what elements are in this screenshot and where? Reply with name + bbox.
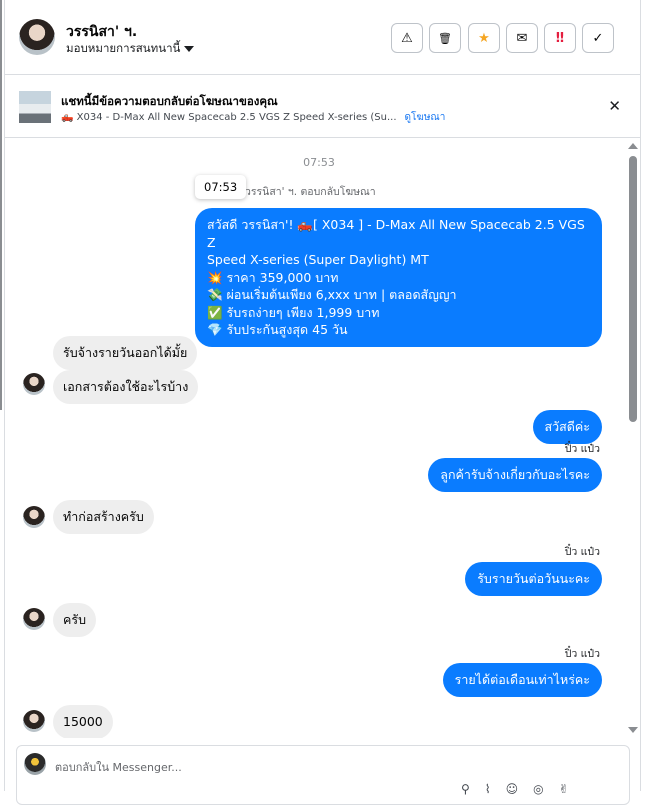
contact-avatar-small bbox=[23, 608, 45, 630]
incoming-message[interactable]: ทำก่อสร้างครับ bbox=[53, 500, 154, 534]
incoming-message[interactable]: เอกสารต้องใช้อะไรบ้าง bbox=[53, 370, 199, 404]
ad-text: 🛻 X034 - D-Max All New Spacecab 2.5 VGS … bbox=[61, 112, 397, 123]
star-button[interactable]: ★ bbox=[468, 23, 500, 53]
exclamation-icon: ‼ bbox=[555, 30, 565, 46]
assign-conversation-dropdown[interactable]: มอบหมายการสนทนานี้ bbox=[66, 40, 195, 58]
scroll-down-icon[interactable] bbox=[628, 727, 638, 733]
ad-message-line: 💸 ผ่อนเริ่มต้นเพียง 6,xxx บาท | ตลอดสัญญ… bbox=[207, 287, 457, 302]
close-icon[interactable]: ✕ bbox=[608, 97, 621, 115]
outgoing-message[interactable]: รับรายวันต่อวันนะคะ bbox=[465, 562, 602, 596]
ad-message-line: Speed X-series (Super Daylight) MT bbox=[207, 252, 429, 267]
delete-button[interactable]: 🗑 bbox=[429, 23, 461, 53]
ad-message-line: 💥 ราคา 359,000 บาท bbox=[207, 269, 339, 285]
conversation-header: วรรนิสา' ฯ. มอบหมายการสนทนานี้ ⚠ 🗑 ★ ✉ ‼… bbox=[5, 0, 641, 75]
ad-reply-note: วรรนิสา' ฯ. ตอบกลับโฆษณา bbox=[245, 186, 376, 198]
paperclip-icon[interactable]: ⌇ bbox=[485, 782, 506, 796]
check-icon: ✓ bbox=[592, 30, 604, 46]
thumbs-up-icon[interactable]: ✌ bbox=[559, 782, 584, 796]
emoji-icon[interactable]: ☺ bbox=[506, 782, 534, 796]
assign-label: มอบหมายการสนทนานี้ bbox=[66, 41, 181, 55]
ad-reply-banner: แชทนี้มีข้อความตอบกลับต่อโฆษณาของคุณ 🛻 X… bbox=[5, 75, 641, 138]
contact-avatar[interactable] bbox=[19, 19, 55, 55]
left-scrollbar[interactable] bbox=[0, 0, 2, 410]
incoming-message[interactable]: รับจ้างรายวันออกได้มั้ย bbox=[53, 336, 198, 370]
contact-avatar-small bbox=[23, 710, 45, 732]
sender-name: ปิ๋ว แป๋ว bbox=[564, 443, 600, 455]
warning-icon: ⚠ bbox=[401, 30, 413, 46]
sender-name: ปิ๋ว แป๋ว bbox=[564, 648, 600, 660]
sender-name: ปิ๋ว แป๋ว bbox=[564, 546, 600, 558]
ad-message-line: 💎 รับประกันสูงสุด 45 วัน bbox=[207, 322, 348, 337]
ad-message-line: สวัสดี วรรนิสา'! 🛻[ X034 ] - D-Max All N… bbox=[207, 217, 585, 250]
envelope-open-icon: ✉ bbox=[516, 30, 528, 46]
mark-done-button[interactable]: ✓ bbox=[582, 23, 614, 53]
follow-up-button[interactable]: ‼ bbox=[544, 23, 576, 53]
timestamp-tooltip: 07:53 bbox=[195, 175, 247, 199]
composer-tools: ⚲⌇☺◎✌ bbox=[461, 782, 584, 796]
message-thread[interactable]: 07:53 วรรนิสา' ฯ. ตอบกลับโฆษณา 07:53 สวั… bbox=[5, 138, 641, 738]
mark-unread-button[interactable]: ✉ bbox=[506, 23, 538, 53]
scroll-thumb[interactable] bbox=[629, 156, 637, 422]
ad-message-line: ✅ รับรถง่ายๆ เพียง 1,999 บาท bbox=[207, 304, 380, 320]
attach-person-icon[interactable]: ⚲ bbox=[461, 782, 485, 796]
spam-button[interactable]: ⚠ bbox=[391, 23, 423, 53]
trash-icon: 🗑 bbox=[438, 31, 452, 45]
page-avatar bbox=[24, 753, 46, 775]
reply-input[interactable]: ตอบกลับใน Messenger... bbox=[55, 758, 182, 776]
contact-avatar-small bbox=[23, 506, 45, 528]
ad-message-bubble[interactable]: สวัสดี วรรนิสา'! 🛻[ X034 ] - D-Max All N… bbox=[195, 208, 602, 347]
thread-scrollbar[interactable] bbox=[627, 138, 641, 738]
incoming-message[interactable]: 15000 bbox=[53, 705, 113, 738]
ad-banner-title: แชทนี้มีข้อความตอบกลับต่อโฆษณาของคุณ bbox=[61, 94, 278, 108]
ad-thumbnail[interactable] bbox=[19, 91, 51, 123]
outgoing-message[interactable]: สวัสดีค่ะ bbox=[532, 410, 602, 444]
view-ad-link[interactable]: ดูโฆษณา bbox=[405, 112, 446, 123]
thread-timestamp: 07:53 bbox=[303, 156, 335, 169]
incoming-message[interactable]: ครับ bbox=[53, 603, 97, 637]
gif-icon[interactable]: ◎ bbox=[533, 782, 558, 796]
ad-banner-line: 🛻 X034 - D-Max All New Spacecab 2.5 VGS … bbox=[61, 110, 445, 125]
caret-down-icon bbox=[184, 45, 195, 52]
contact-avatar-small bbox=[23, 373, 45, 395]
scroll-up-icon[interactable] bbox=[628, 143, 638, 149]
star-icon: ★ bbox=[478, 30, 490, 46]
outgoing-message[interactable]: รายได้ต่อเดือนเท่าไหร่คะ bbox=[442, 663, 602, 697]
outgoing-message[interactable]: ลูกค้ารับจ้างเกี่ยวกับอะไรคะ bbox=[428, 458, 602, 492]
message-composer[interactable]: ตอบกลับใน Messenger... ⚲⌇☺◎✌ bbox=[16, 745, 630, 805]
